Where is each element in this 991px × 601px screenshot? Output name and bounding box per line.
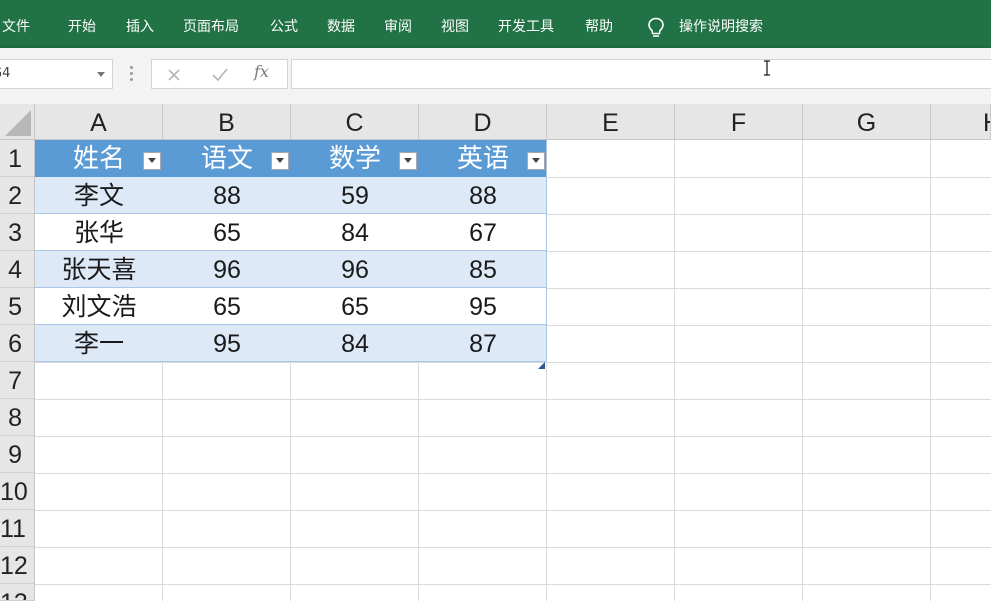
gridline bbox=[35, 473, 991, 474]
tab-file[interactable]: 文件 bbox=[2, 0, 30, 48]
column-header-d[interactable]: D bbox=[419, 104, 547, 140]
table-cell[interactable]: 95 bbox=[419, 288, 547, 325]
row-header-12[interactable]: 12 bbox=[0, 547, 35, 584]
table-cell[interactable]: 67 bbox=[419, 214, 547, 251]
table-cell[interactable]: 65 bbox=[291, 288, 419, 325]
column-header-c[interactable]: C bbox=[291, 104, 419, 140]
table-cell[interactable]: 87 bbox=[419, 325, 547, 362]
formula-buttons: fx bbox=[151, 59, 288, 89]
gridline bbox=[35, 547, 991, 548]
filter-dropdown-icon[interactable] bbox=[271, 152, 289, 170]
column-header-f[interactable]: F bbox=[675, 104, 803, 140]
table-cell[interactable]: 59 bbox=[291, 177, 419, 214]
column-header-b[interactable]: B bbox=[163, 104, 291, 140]
gridline bbox=[802, 140, 803, 601]
name-box[interactable]: G4 bbox=[0, 59, 113, 89]
row-header-6[interactable]: 6 bbox=[0, 325, 35, 362]
check-icon[interactable] bbox=[210, 65, 230, 85]
row-header-13[interactable]: 13 bbox=[0, 584, 35, 601]
row-header-9[interactable]: 9 bbox=[0, 436, 35, 473]
table-cell[interactable]: 张华 bbox=[35, 214, 163, 251]
table-cell[interactable]: 96 bbox=[163, 251, 291, 288]
column-header-e[interactable]: E bbox=[547, 104, 675, 140]
gridline bbox=[35, 436, 991, 437]
gridline bbox=[35, 584, 991, 585]
table-header-cell[interactable]: 姓名 bbox=[35, 140, 163, 177]
row-header-3[interactable]: 3 bbox=[0, 214, 35, 251]
tab-formulas[interactable]: 公式 bbox=[270, 0, 298, 48]
table-cell[interactable]: 65 bbox=[163, 288, 291, 325]
table-cell[interactable]: 88 bbox=[163, 177, 291, 214]
filter-dropdown-icon[interactable] bbox=[399, 152, 417, 170]
tab-review[interactable]: 审阅 bbox=[384, 0, 412, 48]
table-border bbox=[546, 140, 547, 362]
ribbon: 文件 开始 插入 页面布局 公式 数据 审阅 视图 开发工具 帮助 操作说明搜索 bbox=[0, 0, 991, 48]
table-cell[interactable]: 李一 bbox=[35, 325, 163, 362]
worksheet-grid[interactable]: A B C D E F G H 1 2 3 4 5 6 7 8 9 10 11 … bbox=[0, 104, 991, 601]
table-header-cell[interactable]: 英语 bbox=[419, 140, 547, 177]
row-header-5[interactable]: 5 bbox=[0, 288, 35, 325]
gridline bbox=[674, 140, 675, 601]
tab-insert[interactable]: 插入 bbox=[126, 0, 154, 48]
gridline bbox=[35, 399, 991, 400]
row-header-1[interactable]: 1 bbox=[0, 140, 35, 177]
table-cell[interactable]: 95 bbox=[163, 325, 291, 362]
tab-help[interactable]: 帮助 bbox=[585, 0, 613, 48]
row-header-8[interactable]: 8 bbox=[0, 399, 35, 436]
filter-dropdown-icon[interactable] bbox=[143, 152, 161, 170]
table-cell[interactable]: 李文 bbox=[35, 177, 163, 214]
row-header-2[interactable]: 2 bbox=[0, 177, 35, 214]
row-header-4[interactable]: 4 bbox=[0, 251, 35, 288]
table-cell[interactable]: 84 bbox=[291, 214, 419, 251]
table-cell[interactable]: 张天喜 bbox=[35, 251, 163, 288]
column-header-g[interactable]: G bbox=[803, 104, 931, 140]
row-header-10[interactable]: 10 bbox=[0, 473, 35, 510]
tab-page-layout[interactable]: 页面布局 bbox=[183, 0, 239, 48]
select-all-button[interactable] bbox=[0, 104, 35, 140]
formula-bar: G4 fx bbox=[0, 48, 991, 104]
filter-dropdown-icon[interactable] bbox=[527, 152, 545, 170]
column-header-h[interactable]: H bbox=[931, 104, 991, 140]
table-cell[interactable]: 84 bbox=[291, 325, 419, 362]
table-header-cell[interactable]: 语文 bbox=[163, 140, 291, 177]
lightbulb-icon[interactable] bbox=[647, 17, 665, 39]
row-header-11[interactable]: 11 bbox=[0, 510, 35, 547]
tab-home[interactable]: 开始 bbox=[68, 0, 96, 48]
chevron-down-icon[interactable] bbox=[97, 72, 105, 77]
tab-data[interactable]: 数据 bbox=[327, 0, 355, 48]
formula-input[interactable] bbox=[291, 59, 991, 89]
gridline bbox=[35, 510, 991, 511]
drag-handle-icon[interactable] bbox=[130, 66, 133, 82]
tab-view[interactable]: 视图 bbox=[441, 0, 469, 48]
table-row: 李一 95 84 87 bbox=[35, 325, 547, 362]
column-header-a[interactable]: A bbox=[35, 104, 163, 140]
name-box-value: G4 bbox=[0, 66, 11, 81]
table-cell[interactable]: 85 bbox=[419, 251, 547, 288]
table-row: 李文 88 59 88 bbox=[35, 177, 547, 214]
table-cell[interactable]: 96 bbox=[291, 251, 419, 288]
row-header-7[interactable]: 7 bbox=[0, 362, 35, 399]
table-resize-handle-icon[interactable] bbox=[538, 354, 545, 369]
tab-developer[interactable]: 开发工具 bbox=[498, 0, 554, 48]
tell-me-search[interactable]: 操作说明搜索 bbox=[679, 0, 763, 48]
table-row: 张天喜 96 96 85 bbox=[35, 251, 547, 288]
table-cell[interactable]: 刘文浩 bbox=[35, 288, 163, 325]
table-row: 刘文浩 65 65 95 bbox=[35, 288, 547, 325]
cancel-icon[interactable] bbox=[164, 65, 184, 85]
table-cell[interactable]: 88 bbox=[419, 177, 547, 214]
text-cursor-icon bbox=[762, 59, 772, 77]
table-header-cell[interactable]: 数学 bbox=[291, 140, 419, 177]
table-row: 张华 65 84 67 bbox=[35, 214, 547, 251]
gridline bbox=[35, 362, 991, 363]
insert-function-button[interactable]: fx bbox=[254, 62, 269, 81]
table-cell[interactable]: 65 bbox=[163, 214, 291, 251]
table-header-row: 姓名 语文 数学 英语 bbox=[35, 140, 547, 177]
gridline bbox=[930, 140, 931, 601]
